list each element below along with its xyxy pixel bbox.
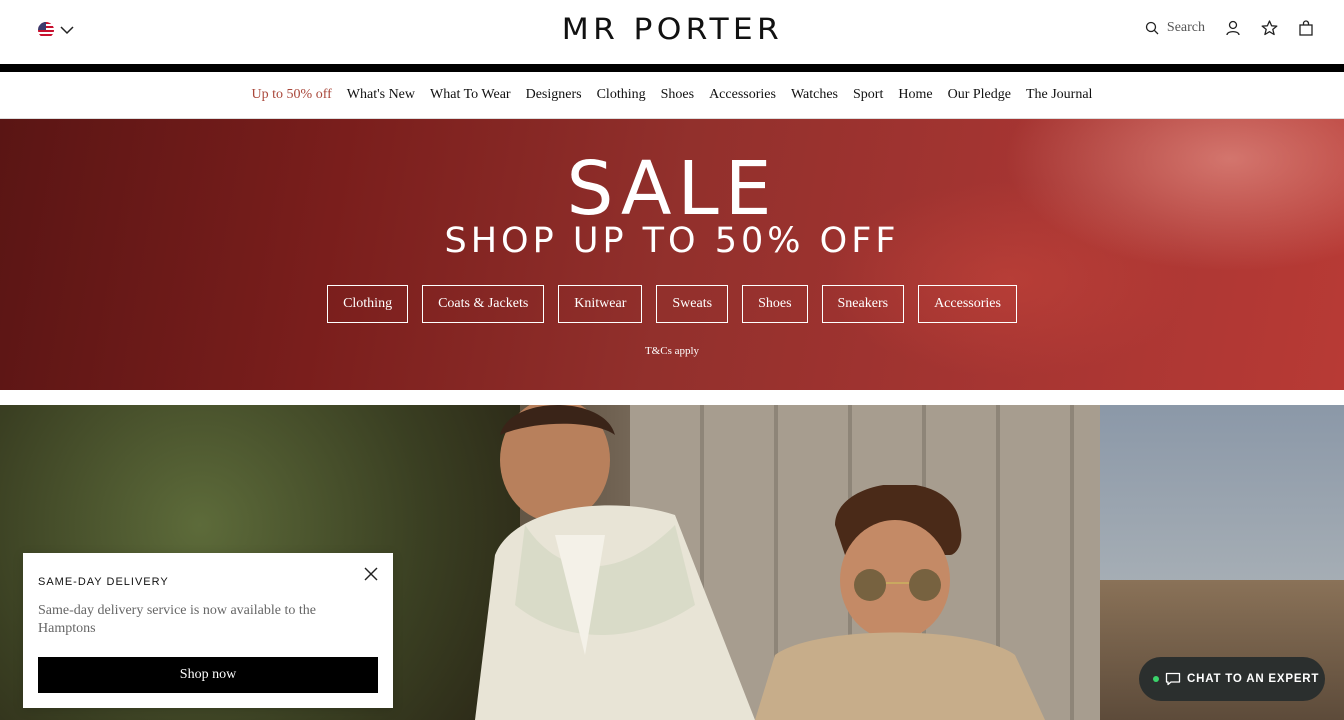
sale-category-clothing[interactable]: Clothing xyxy=(327,285,409,323)
hero-model-right xyxy=(755,485,1045,720)
sale-category-buttons: Clothing Coats & Jackets Knitwear Sweats… xyxy=(0,285,1344,323)
search-icon xyxy=(1145,21,1159,35)
nav-item-what-to-wear[interactable]: What To Wear xyxy=(430,87,511,103)
nav-item-clothing[interactable]: Clothing xyxy=(597,87,646,103)
sale-banner[interactable]: SALE SHOP UP TO 50% OFF Clothing Coats &… xyxy=(0,119,1344,390)
chat-label: CHAT TO AN EXPERT xyxy=(1187,673,1320,685)
popup-message: Same-day delivery service is now availab… xyxy=(38,603,316,636)
hero-model-left xyxy=(475,405,755,720)
chat-bubble-icon xyxy=(1165,672,1181,686)
sale-category-accessories[interactable]: Accessories xyxy=(918,285,1017,323)
account-icon[interactable] xyxy=(1225,20,1241,36)
header-divider xyxy=(0,64,1344,72)
sale-title: SALE xyxy=(566,146,778,232)
nav-item-shoes[interactable]: Shoes xyxy=(661,87,694,103)
nav-item-sport[interactable]: Sport xyxy=(853,87,883,103)
sale-category-sneakers[interactable]: Sneakers xyxy=(821,285,905,323)
wishlist-star-icon[interactable] xyxy=(1261,20,1278,36)
sale-category-knitwear[interactable]: Knitwear xyxy=(558,285,643,323)
shopping-bag-icon[interactable] xyxy=(1298,20,1314,36)
main-nav: Up to 50% off What's New What To Wear De… xyxy=(0,72,1344,119)
nav-item-the-journal[interactable]: The Journal xyxy=(1026,87,1092,103)
site-logo[interactable]: MR PORTER xyxy=(0,12,1344,46)
nav-item-sale[interactable]: Up to 50% off xyxy=(252,87,332,103)
popup-title: SAME-DAY DELIVERY xyxy=(38,576,169,588)
nav-item-designers[interactable]: Designers xyxy=(526,87,582,103)
nav-item-watches[interactable]: Watches xyxy=(791,87,838,103)
nav-item-whats-new[interactable]: What's New xyxy=(347,87,415,103)
nav-item-our-pledge[interactable]: Our Pledge xyxy=(948,87,1011,103)
site-header: MR PORTER Search xyxy=(0,0,1344,64)
same-day-delivery-popup: SAME-DAY DELIVERY Same-day delivery serv… xyxy=(23,553,393,708)
nav-item-accessories[interactable]: Accessories xyxy=(709,87,776,103)
header-tools: Search xyxy=(1145,20,1314,36)
hero-sky-background xyxy=(1100,405,1344,585)
search-label: Search xyxy=(1166,20,1205,35)
online-status-dot xyxy=(1153,676,1159,682)
sale-category-coats-jackets[interactable]: Coats & Jackets xyxy=(422,285,545,323)
sale-category-sweats[interactable]: Sweats xyxy=(656,285,729,323)
nav-item-home[interactable]: Home xyxy=(898,87,932,103)
sale-category-shoes[interactable]: Shoes xyxy=(742,285,808,323)
search-button[interactable]: Search xyxy=(1145,20,1205,36)
close-icon[interactable] xyxy=(363,566,379,582)
terms-link[interactable]: T&Cs apply xyxy=(0,345,1344,357)
shop-now-button[interactable]: Shop now xyxy=(38,657,378,693)
chat-to-expert-button[interactable]: CHAT TO AN EXPERT xyxy=(1139,657,1325,701)
sale-subtitle: SHOP UP TO 50% OFF xyxy=(444,221,900,261)
